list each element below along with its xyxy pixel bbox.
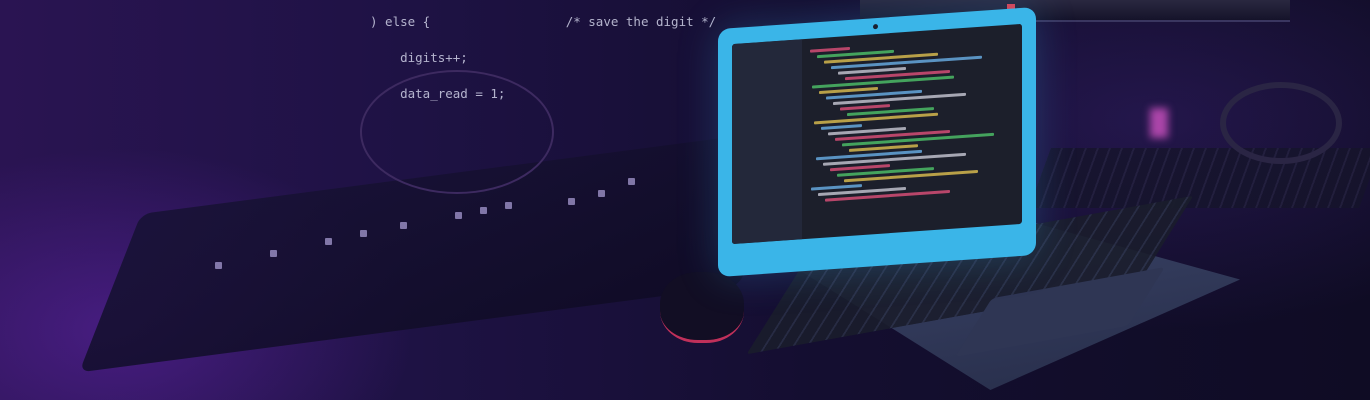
key-highlight: [325, 238, 332, 245]
key-highlight: [400, 222, 407, 229]
mouse: [660, 272, 744, 343]
editor-sidebar: [732, 39, 802, 245]
key-highlight: [270, 250, 277, 257]
key-highlight: [628, 178, 635, 185]
key-highlight: [480, 207, 487, 214]
key-highlight: [568, 198, 575, 205]
laptop-display: [732, 23, 1022, 245]
code-comment: /* save the digit */: [565, 14, 717, 29]
key-highlight: [215, 262, 222, 269]
monitor-code-text: ) else { /* save the digit */ digits++; …: [370, 0, 850, 100]
editor-code: [810, 32, 1020, 206]
laptop-screen: [718, 6, 1036, 278]
key-highlight: [455, 212, 462, 219]
background-keyboard: [1029, 148, 1370, 208]
cable: [360, 70, 554, 194]
photo-scene: ) else { /* save the digit */ digits++; …: [0, 0, 1370, 400]
webcam: [873, 23, 878, 30]
key-highlight: [505, 202, 512, 209]
key-highlight: [360, 230, 367, 237]
pink-light: [1150, 108, 1168, 138]
key-highlight: [598, 190, 605, 197]
headphones: [1220, 82, 1342, 164]
code-line: [814, 112, 938, 125]
code-line: [810, 46, 850, 53]
code-line: [821, 124, 862, 130]
